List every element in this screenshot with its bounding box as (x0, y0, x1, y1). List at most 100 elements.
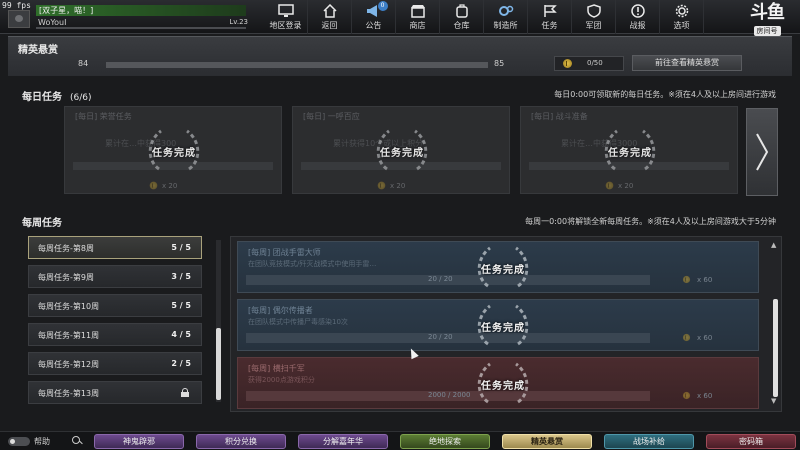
nav-tasks[interactable]: 任务 (528, 0, 572, 34)
week-item[interactable]: 每周任务-第11周 4 / 5 (28, 323, 202, 346)
task-status: 任务完成 (481, 322, 525, 334)
nav-region-login[interactable]: 地区登录 (264, 0, 308, 34)
tab-dismantle-carnival[interactable]: 分解嘉年华 (298, 434, 388, 449)
gears-icon (497, 3, 515, 19)
nav-report[interactable]: 战报 (616, 0, 660, 34)
daily-card-title: [每日] 荣誉任务 (75, 112, 132, 121)
home-icon (321, 3, 339, 19)
weekly-detail-panel: [每周] 团战手雷大师 在团队竞技模式/歼灭战模式中使用手雷… 20 / 20 … (230, 236, 782, 412)
task-complete-stamp: 任务完成 (458, 238, 548, 298)
rank-to: 85 (494, 59, 505, 68)
bottom-bar: 帮助 神鬼辟邪 积分兑换 分解嘉年华 绝地探索 精英悬赏 战场补给 密码箱 (0, 431, 800, 450)
week-item[interactable]: 每周任务-第10周 5 / 5 (28, 294, 202, 317)
week-label: 每周任务-第8周 (38, 244, 94, 253)
tab-password-box[interactable]: 密码箱 (706, 434, 796, 449)
week-label: 每周任务-第12周 (38, 360, 100, 369)
nav-warehouse[interactable]: 仓库 (440, 0, 484, 34)
daily-reward: x 20 (377, 181, 405, 190)
daily-header: 每日任务 (6/6) (22, 88, 92, 103)
search-icon[interactable] (70, 435, 84, 447)
weekly-task-desc: 在团队竞技模式/歼灭战模式中使用手雷… (248, 260, 377, 268)
nav-label: 仓库 (453, 21, 470, 30)
tab-points-exchange[interactable]: 积分兑换 (196, 434, 286, 449)
week-label: 每周任务-第9周 (38, 273, 94, 282)
daily-card-title: [每日] 一呼百应 (303, 112, 360, 121)
week-item[interactable]: 每周任务-第9周 3 / 5 (28, 265, 202, 288)
nav-label: 商店 (409, 21, 426, 30)
daily-reward: x 20 (149, 181, 177, 190)
elite-reward-bar: 精英悬赏 84 85 0/50 前往查看精英悬赏 (8, 36, 792, 76)
help-label: 帮助 (34, 437, 50, 446)
daily-title: 每日任务 (22, 92, 62, 103)
week-item[interactable]: 每周任务-第12周 2 / 5 (28, 352, 202, 375)
detail-scroll-thumb[interactable] (773, 299, 778, 397)
xp-bar (36, 27, 246, 29)
player-card[interactable]: [双子星，喵！] WoYouI Lv.23 (8, 4, 252, 30)
help-toggle[interactable]: 帮助 (8, 436, 50, 447)
tab-ghost-charm[interactable]: 神鬼辟邪 (94, 434, 184, 449)
avatar (8, 10, 30, 28)
daily-reward-amount: x 20 (390, 182, 406, 190)
weekly-note: 每周一0:00将解锁全新每周任务。※须在4人及以上房间游戏大于5分钟 (525, 217, 776, 226)
task-complete-stamp: 任务完成 (458, 354, 548, 414)
task-complete-stamp: 任务完成 (129, 121, 219, 181)
backpack-icon (453, 3, 471, 19)
nav-legion[interactable]: 军团 (572, 0, 616, 34)
alert-icon (629, 3, 647, 19)
player-level: Lv.23 (229, 18, 248, 26)
tab-battle-supply[interactable]: 战场补给 (604, 434, 694, 449)
weekly-task[interactable]: [每周] 横扫千军 获得2000点游戏积分 2000 / 2000 x 60 任… (237, 357, 759, 409)
weekly-task[interactable]: [每周] 团战手雷大师 在团队竞技模式/歼灭战模式中使用手雷… 20 / 20 … (237, 241, 759, 293)
coin-icon (682, 333, 691, 342)
weekly-reward: x 60 (682, 275, 712, 284)
notice-badge: 0 (377, 1, 388, 11)
nav-label: 公告 (365, 21, 382, 30)
scroll-thumb[interactable] (216, 328, 221, 400)
daily-card[interactable]: [每日] 荣誉任务 累计在…中获得300 x 20 任务完成 (64, 106, 282, 194)
coin-icon (682, 275, 691, 284)
shield-icon (585, 3, 603, 19)
daily-next-button[interactable] (746, 108, 778, 196)
main-nav: 地区登录 返回 0 公告 商店 仓库 制造所 任务 军团 战报 选项 (264, 0, 704, 34)
daily-note: 每日0:00可领取新的每日任务。※须在4人及以上房间进行游戏 (554, 90, 776, 99)
player-title: [双子星，喵！] (36, 5, 246, 16)
daily-card[interactable]: [每日] 一呼百应 累计获得10个或以上积分 x 20 任务完成 (292, 106, 510, 194)
week-progress: 5 / 5 (171, 301, 191, 310)
nav-options[interactable]: 选项 (660, 0, 704, 34)
elite-coin-box: 0/50 (554, 56, 624, 71)
room-label: 房间号 (753, 26, 781, 36)
coin-icon (682, 391, 691, 400)
week-item[interactable]: 每周任务-第8周 5 / 5 (28, 236, 202, 259)
chevron-right-icon (756, 133, 769, 171)
daily-reward: x 20 (605, 181, 633, 190)
scroll-down-icon[interactable]: ▼ (771, 397, 776, 405)
daily-card[interactable]: [每日] 战斗准备 累计在…中获得3000 x 20 任务完成 (520, 106, 738, 194)
week-progress: 2 / 5 (171, 359, 191, 368)
nav-label: 选项 (673, 21, 690, 30)
goto-elite-button[interactable]: 前往查看精英悬赏 (632, 55, 742, 71)
task-status: 任务完成 (608, 147, 652, 159)
nav-notice[interactable]: 0 公告 (352, 0, 396, 34)
tab-elite-reward[interactable]: 精英悬赏 (502, 434, 592, 449)
nav-shop[interactable]: 商店 (396, 0, 440, 34)
weekly-task-desc: 获得2000点游戏积分 (248, 376, 315, 384)
tab-jedi-explore[interactable]: 绝地探索 (400, 434, 490, 449)
weekly-progress-value: 20 / 20 (428, 333, 453, 341)
nav-factory[interactable]: 制造所 (484, 0, 528, 34)
lock-icon (181, 388, 189, 397)
weekly-task[interactable]: [每周] 偶尔传播者 在团队模式中传播尸毒感染10次 20 / 20 x 60 … (237, 299, 759, 351)
weekly-task-title: [每周] 横扫千军 (248, 364, 305, 373)
scroll-up-icon[interactable]: ▲ (771, 241, 776, 249)
task-complete-stamp: 任务完成 (357, 121, 447, 181)
nav-return[interactable]: 返回 (308, 0, 352, 34)
toggle-icon (8, 437, 30, 446)
weekly-reward: x 60 (682, 333, 712, 342)
weekly-reward: x 60 (682, 391, 712, 400)
week-list-scrollbar[interactable] (216, 240, 221, 402)
shop-icon (409, 3, 427, 19)
weekly-reward-amount: x 60 (697, 392, 713, 400)
weekly-reward-amount: x 60 (697, 276, 713, 284)
nav-label: 任务 (541, 21, 558, 30)
week-item[interactable]: 每周任务-第13周 (28, 381, 202, 404)
coin-icon (563, 59, 572, 68)
